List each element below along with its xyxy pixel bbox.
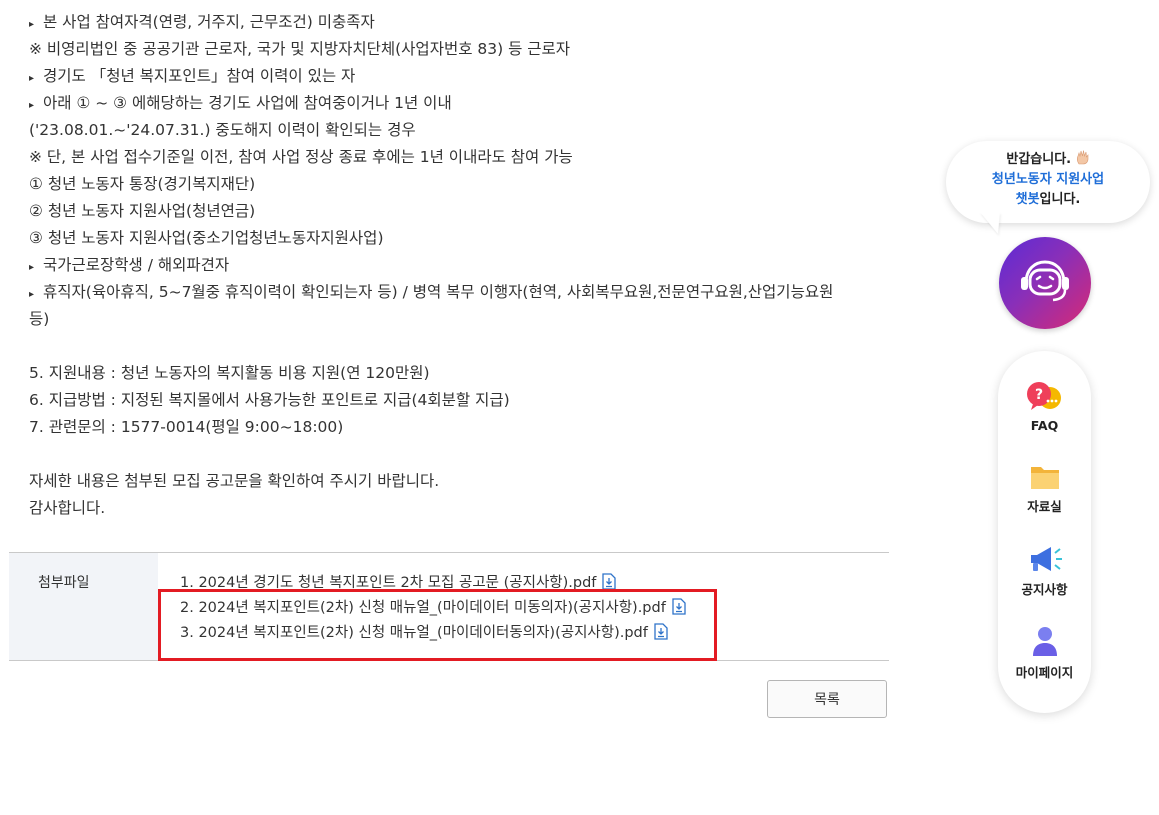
content-line: ③ 청년 노동자 지원사업(중소기업청년노동자지원사업) [29, 225, 384, 252]
faq-icon: ? [1026, 382, 1061, 410]
chatbot-button[interactable] [999, 237, 1091, 329]
megaphone-icon [1030, 547, 1062, 571]
chatbot-service-name: 청년노동자 지원사업 [991, 172, 1105, 187]
content-text: 6. 지급방법 : 지정된 복지몰에서 사용가능한 포인트로 지급(4회분할 지… [29, 391, 510, 409]
attachment-label: 첨부파일 [38, 575, 90, 591]
quick-menu-label: 공지사항 [1021, 582, 1068, 597]
content-line: ① 청년 노동자 통장(경기복지재단) [29, 171, 255, 198]
content-line: ▸ 휴직자(육아휴직, 5~7월중 휴직이력이 확인되는자 등) / 병역 복무 … [29, 279, 833, 306]
content-text: 7. 관련문의 : 1577-0014(평일 9:00~18:00) [29, 418, 344, 436]
quick-menu-mypage[interactable]: 마이페이지 [998, 624, 1091, 681]
highlight-box [158, 589, 717, 661]
chatbot-suffix: 입니다. [1039, 192, 1081, 207]
content-text: 아래 ① ~ ③ 에해당하는 경기도 사업에 참여중이거나 1년 이내 [43, 94, 452, 112]
content-text: 자세한 내용은 첨부된 모집 공고문을 확인하여 주시기 바랍니다. [29, 472, 440, 490]
content-line: ▸ 국가근로장학생 / 해외파견자 [29, 252, 229, 279]
user-icon [1032, 627, 1057, 656]
quick-menu-label: 자료실 [1027, 499, 1062, 514]
quick-menu-label: 마이페이지 [1015, 665, 1074, 680]
content-text: 등) [29, 310, 50, 328]
content-line: ▸ 경기도 「청년 복지포인트」참여 이력이 있는 자 [29, 63, 355, 90]
bullet-icon: ▸ [29, 19, 35, 30]
content-line: 5. 지원내용 : 청년 노동자의 복지활동 비용 지원(연 120만원) [29, 360, 430, 387]
chatbot-name: 챗봇 [1015, 192, 1040, 207]
content-text: 감사합니다. [29, 499, 106, 517]
content-text: 5. 지원내용 : 청년 노동자의 복지활동 비용 지원(연 120만원) [29, 364, 430, 382]
attachment-header-cell: 첨부파일 [9, 553, 158, 660]
content-text: ② 청년 노동자 지원사업(청년연금) [29, 202, 256, 220]
quick-menu-label: FAQ [1030, 418, 1059, 433]
content-line: 감사합니다. [29, 495, 105, 522]
content-text: ① 청년 노동자 통장(경기복지재단) [29, 175, 256, 193]
content-text: ※ 단, 본 사업 접수기준일 이전, 참여 사업 정상 종료 후에는 1년 이… [29, 148, 573, 166]
content-text: 경기도 「청년 복지포인트」참여 이력이 있는 자 [43, 67, 356, 85]
bullet-icon: ▸ [29, 289, 35, 300]
chatbot-face-icon [1021, 260, 1069, 302]
content-text: 국가근로장학생 / 해외파견자 [43, 256, 230, 274]
content-line: ('23.08.01.~'24.07.31.) 중도해지 이력이 확인되는 경우 [29, 117, 416, 144]
greeting-text: 반갑습니다. [1006, 152, 1072, 167]
chatbot-greeting: 반갑습니다. 청년노동자 지원사업 챗봇입니다. [946, 150, 1150, 210]
bullet-icon: ▸ [29, 100, 35, 111]
download-icon[interactable] [602, 573, 617, 590]
content-line: ▸ 본 사업 참여자격(연령, 거주지, 근무조건) 미충족자 [29, 9, 375, 36]
content-line: ※ 단, 본 사업 접수기준일 이전, 참여 사업 정상 종료 후에는 1년 이… [29, 144, 573, 171]
content-line: ▸ 아래 ① ~ ③ 에해당하는 경기도 사업에 참여중이거나 1년 이내 [29, 90, 452, 117]
list-button[interactable]: 목록 [767, 680, 887, 718]
content-text: ('23.08.01.~'24.07.31.) 중도해지 이력이 확인되는 경우 [29, 121, 416, 139]
content-text: 본 사업 참여자격(연령, 거주지, 근무조건) 미충족자 [43, 13, 375, 31]
content-line: ② 청년 노동자 지원사업(청년연금) [29, 198, 255, 225]
content-text: 휴직자(육아휴직, 5~7월중 휴직이력이 확인되는자 등) / 병역 복무 이… [43, 283, 834, 301]
content-line: 7. 관련문의 : 1577-0014(평일 9:00~18:00) [29, 414, 343, 441]
svg-text:?: ? [1034, 387, 1042, 403]
content-line: 자세한 내용은 첨부된 모집 공고문을 확인하여 주시기 바랍니다. [29, 468, 439, 495]
bullet-icon: ▸ [29, 262, 35, 273]
bullet-icon: ▸ [29, 73, 35, 84]
quick-menu-faq[interactable]: ? FAQ [998, 380, 1091, 433]
content-line: ※ 비영리법인 중 공공기관 근로자, 국가 및 지방자치단체(사업자번호 83… [29, 36, 570, 63]
content-text: ③ 청년 노동자 지원사업(중소기업청년노동자지원사업) [29, 229, 384, 247]
content-text: ※ 비영리법인 중 공공기관 근로자, 국가 및 지방자치단체(사업자번호 83… [29, 40, 571, 58]
quick-menu-archive[interactable]: 자료실 [998, 462, 1091, 515]
quick-menu-notice[interactable]: 공지사항 [998, 543, 1091, 598]
content-line: 등) [29, 306, 49, 333]
folder-icon [1030, 467, 1059, 489]
waving-hand-icon [1076, 150, 1088, 165]
content-line: 6. 지급방법 : 지정된 복지몰에서 사용가능한 포인트로 지급(4회분할 지… [29, 387, 510, 414]
